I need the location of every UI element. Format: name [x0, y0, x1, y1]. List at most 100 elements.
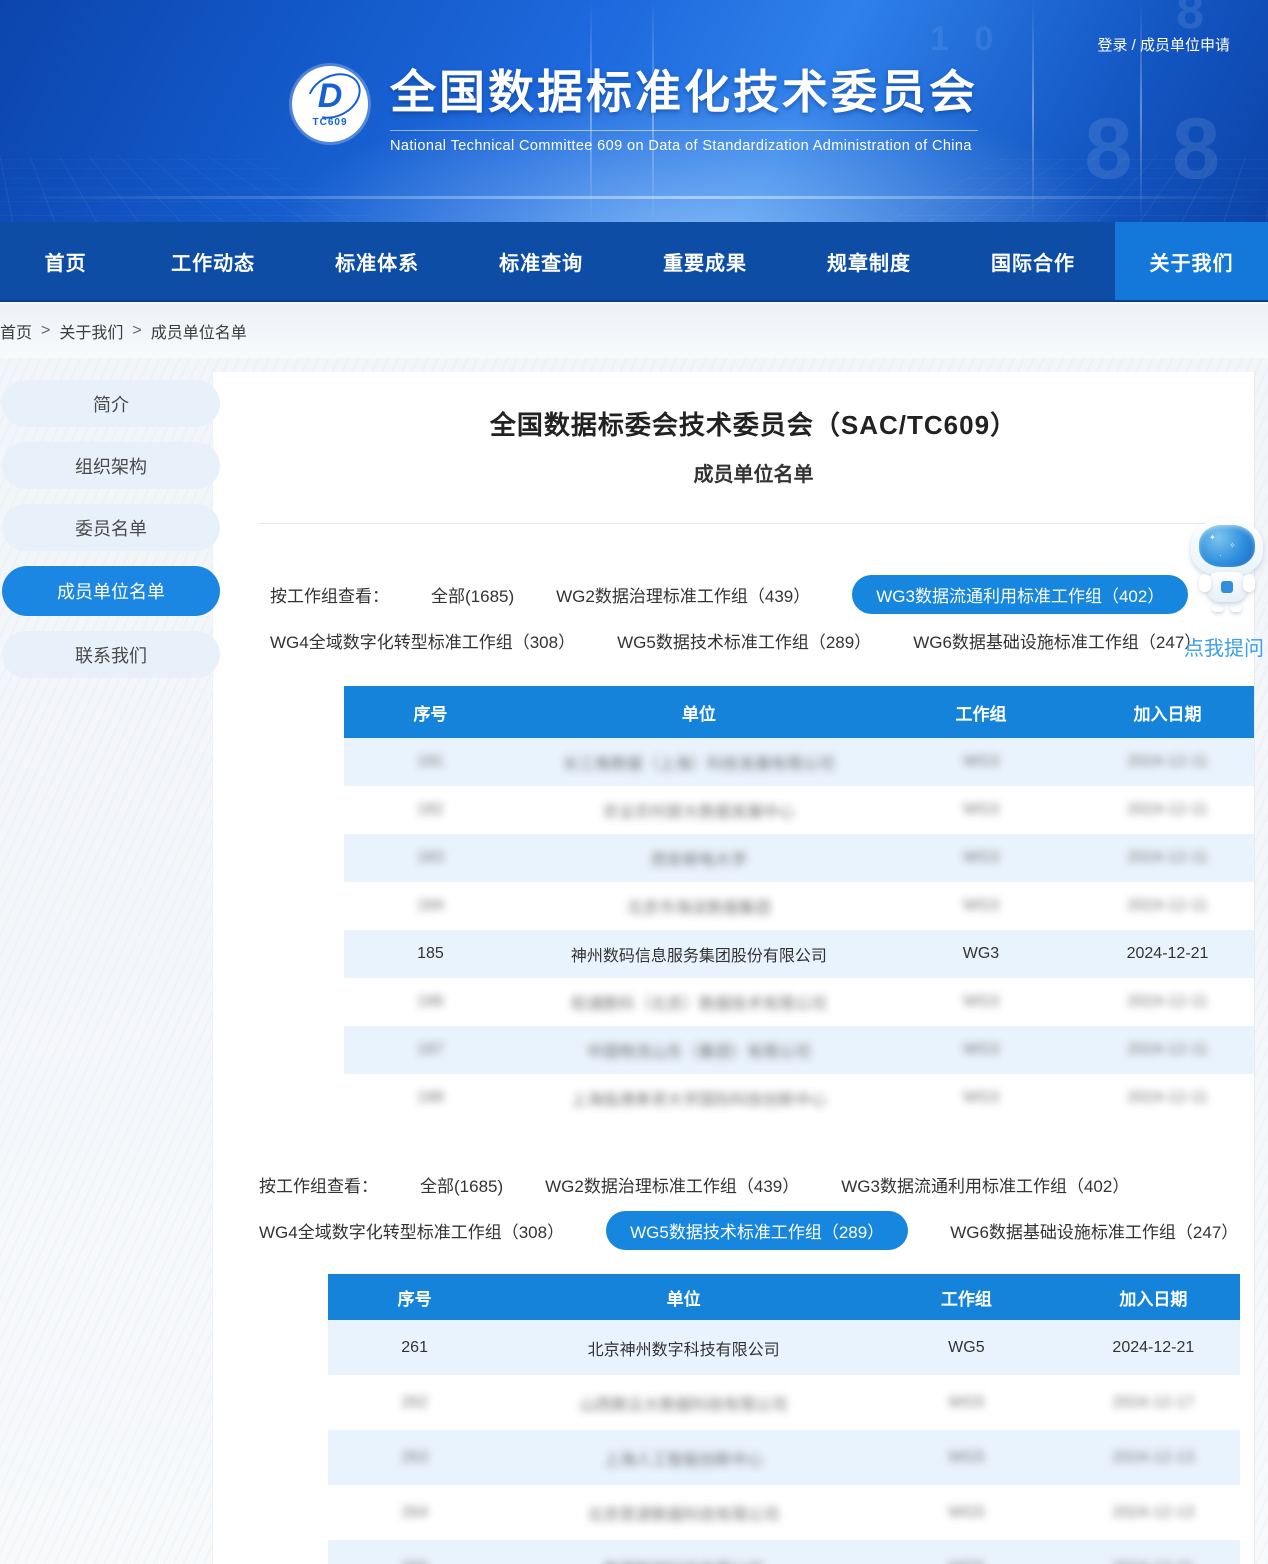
table-cell: 2024-12-13	[1067, 1485, 1240, 1540]
logo-letter: D	[318, 81, 343, 111]
assistant-robot-icon[interactable]: ✦ ✧ ·	[1188, 518, 1266, 612]
table-cell: 长三角数据（上海）科技发展有限公司	[517, 738, 881, 786]
filter-chip-wg2[interactable]: WG2数据治理标准工作组（439）	[545, 1172, 799, 1197]
table-cell: 183	[344, 834, 517, 882]
header-light-streak	[1032, 0, 1034, 222]
page-subtitle: 成员单位名单	[253, 458, 1254, 487]
table-cell: 265	[328, 1540, 501, 1564]
site-subtitle-en: National Technical Committee 609 on Data…	[390, 130, 978, 154]
sidebar-item-2[interactable]: 委员名单	[2, 504, 220, 551]
table-cell: 北京市海淀数据集团	[517, 882, 881, 930]
filter-block-2: 按工作组查看：全部(1685)WG2数据治理标准工作组（439）WG3数据流通利…	[259, 1168, 1238, 1247]
table-cell: WG5	[866, 1430, 1067, 1485]
breadcrumb-item-0[interactable]: 首页	[0, 319, 32, 343]
table-cell: 263	[328, 1430, 501, 1485]
nav-item-2[interactable]: 标准体系	[295, 222, 459, 300]
table-cell: 2024-12-17	[1067, 1375, 1240, 1430]
nav-item-3[interactable]: 标准查询	[459, 222, 623, 300]
table-cell: 2024-12-11	[1081, 1026, 1254, 1074]
table-cell: 西安邮电大学	[517, 834, 881, 882]
login-link[interactable]: 登录 / 成员单位申请	[1097, 34, 1230, 55]
filter-chip-wg6[interactable]: WG6数据基础设施标准工作组（247）	[950, 1218, 1238, 1243]
brand-text: 全国数据标准化技术委员会 National Technical Committe…	[390, 56, 978, 154]
filter-line-2: WG4全域数字化转型标准工作组（308） WG5数据技术标准工作组（289） WG6…	[270, 624, 1201, 657]
nav-item-7[interactable]: 关于我们	[1115, 222, 1268, 300]
page-title: 全国数据标委会技术委员会（SAC/TC609）	[253, 405, 1254, 442]
table-cell: WG3	[881, 1074, 1081, 1122]
assistant-ask-link[interactable]: 点我提问	[1176, 632, 1268, 661]
filter-chip-wg6[interactable]: WG6数据基础设施标准工作组（247）	[913, 628, 1201, 653]
brand-block: D TC609 全国数据标准化技术委员会 National Technical …	[292, 56, 978, 154]
table-cell: 2024-12-11	[1081, 978, 1254, 1026]
table-cell: 农业农村部大数据发展中心	[517, 786, 881, 834]
filter-block-1: 按工作组查看：全部(1685)WG2数据治理标准工作组（439）WG3数据流通利…	[270, 578, 1201, 657]
table-row: 183西安邮电大学WG32024-12-11	[344, 834, 1254, 882]
column-header: 单位	[517, 686, 881, 738]
table-cell: 182	[344, 786, 517, 834]
table-cell: WG3	[881, 834, 1081, 882]
sidebar-item-1[interactable]: 组织架构	[2, 442, 220, 489]
table-cell: 186	[344, 978, 517, 1026]
table-row: 263上海人工智能创新中心WG52024-12-13	[328, 1430, 1240, 1485]
table-cell: 北京神州数字科技有限公司	[501, 1320, 866, 1375]
table-cell: 187	[344, 1026, 517, 1074]
filter-chip-all[interactable]: 全部(1685)	[420, 1172, 503, 1197]
main-card: 全国数据标委会技术委员会（SAC/TC609） 成员单位名单 按工作组查看：全部…	[212, 372, 1255, 1564]
column-header: 加入日期	[1081, 686, 1254, 738]
table-cell: 2024-12-11	[1081, 834, 1254, 882]
table-cell: 2024-12-11	[1081, 1074, 1254, 1122]
nav-item-5[interactable]: 规章制度	[787, 222, 951, 300]
filter-line-1: 按工作组查看：全部(1685)WG2数据治理标准工作组（439）WG3数据流通利…	[259, 1168, 1238, 1201]
table-cell: WG3	[881, 930, 1081, 978]
table-cell: 185	[344, 930, 517, 978]
table-cell: 2024-12-11	[1081, 786, 1254, 834]
header-digits-decoration: 1 0	[930, 20, 1001, 59]
filter-chip-wg3[interactable]: WG3数据流通利用标准工作组（402）	[841, 1172, 1129, 1197]
header-light-band	[0, 196, 1268, 199]
filter-chip-all[interactable]: 全部(1685)	[431, 582, 514, 607]
table-row: 188上海临港奉贤大学国际科技创新中心WG32024-12-11	[344, 1074, 1254, 1122]
nav-item-1[interactable]: 工作动态	[131, 222, 295, 300]
table-cell: 软通数科（北京）数据技术有限公司	[517, 978, 881, 1026]
table-cell: 264	[328, 1485, 501, 1540]
table-row: 265数据智研科技有限公司WG52024-12-21	[328, 1540, 1240, 1564]
column-header: 工作组	[881, 686, 1081, 738]
column-header: 单位	[501, 1274, 866, 1320]
breadcrumb-item-1[interactable]: 关于我们	[59, 319, 123, 343]
table-cell: 中国物流山东（集团）有限公司	[517, 1026, 881, 1074]
table-cell: 上海人工智能创新中心	[501, 1430, 866, 1485]
breadcrumb: 首页>关于我们>成员单位名单	[0, 304, 1268, 358]
filter-chip-wg4[interactable]: WG4全域数字化转型标准工作组（308）	[270, 628, 575, 653]
sidebar-item-0[interactable]: 简介	[2, 380, 220, 427]
table-row: 184北京市海淀数据集团WG32024-12-11	[344, 882, 1254, 930]
table-cell: WG3	[881, 978, 1081, 1026]
filter-chip-wg5[interactable]: WG5数据技术标准工作组（289）	[606, 1211, 908, 1250]
breadcrumb-separator: >	[41, 322, 50, 340]
table-cell: 261	[328, 1320, 501, 1375]
nav-item-4[interactable]: 重要成果	[623, 222, 787, 300]
table-row: 186软通数科（北京）数据技术有限公司WG32024-12-11	[344, 978, 1254, 1026]
filter-line-2: WG4全域数字化转型标准工作组（308） WG5数据技术标准工作组（289） WG6…	[259, 1214, 1238, 1247]
sidebar-item-3[interactable]: 成员单位名单	[2, 566, 220, 616]
table-cell: WG3	[881, 882, 1081, 930]
header-digits-decoration: 8 8	[1084, 100, 1228, 199]
title-divider	[258, 523, 1242, 524]
filter-chip-wg4[interactable]: WG4全域数字化转型标准工作组（308）	[259, 1218, 564, 1243]
column-header: 序号	[344, 686, 517, 738]
table-cell: WG5	[866, 1375, 1067, 1430]
site-title: 全国数据标准化技术委员会	[390, 56, 978, 122]
table-cell: 山西数云大数据科技有限公司	[501, 1375, 866, 1430]
table-cell: 2024-12-21	[1081, 930, 1254, 978]
table-cell: WG5	[866, 1485, 1067, 1540]
filter-chip-wg3[interactable]: WG3数据流通利用标准工作组（402）	[852, 575, 1188, 614]
filter-chip-wg5[interactable]: WG5数据技术标准工作组（289）	[617, 628, 871, 653]
table-row: 264北京思源数据科技有限公司WG52024-12-13	[328, 1485, 1240, 1540]
nav-item-6[interactable]: 国际合作	[951, 222, 1115, 300]
filter-chip-wg2[interactable]: WG2数据治理标准工作组（439）	[556, 582, 810, 607]
tc609-logo-icon: D TC609	[292, 66, 368, 142]
nav-item-0[interactable]: 首页	[0, 222, 131, 300]
breadcrumb-separator: >	[132, 322, 141, 340]
table-cell: 188	[344, 1074, 517, 1122]
column-header: 工作组	[866, 1274, 1067, 1320]
sidebar-item-4[interactable]: 联系我们	[2, 631, 220, 678]
